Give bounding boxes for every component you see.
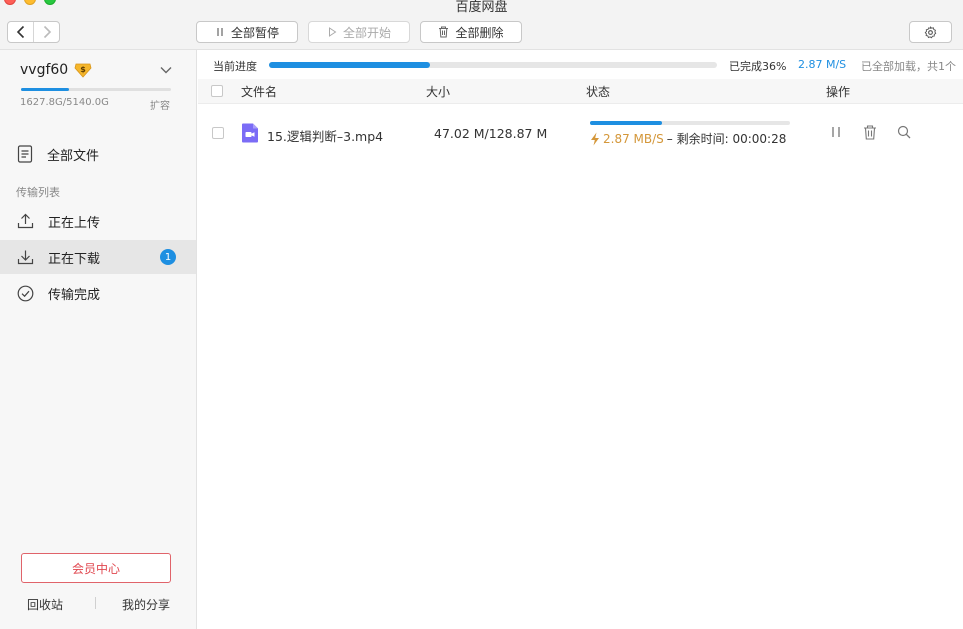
file-name: 15.逻辑判断–3.mp4 bbox=[267, 129, 384, 144]
table-header: 文件名 大小 状态 操作 bbox=[198, 79, 963, 104]
vip-badge-icon: $ bbox=[74, 63, 92, 78]
upload-icon bbox=[17, 213, 34, 229]
my-share-link[interactable]: 我的分享 bbox=[122, 596, 170, 613]
sidebar-item-all-files[interactable]: 全部文件 bbox=[0, 137, 196, 171]
recycle-bin-link[interactable]: 回收站 bbox=[27, 596, 63, 613]
nav-buttons bbox=[7, 21, 60, 43]
sidebar-item-downloading[interactable]: 正在下载 1 bbox=[0, 240, 196, 274]
chevron-down-icon[interactable] bbox=[160, 66, 172, 74]
row-checkbox[interactable] bbox=[212, 127, 224, 139]
window-title: 百度网盘 bbox=[455, 0, 508, 15]
trash-icon bbox=[439, 26, 449, 38]
play-icon bbox=[328, 27, 337, 37]
sidebar-item-completed[interactable]: 传输完成 bbox=[0, 276, 196, 310]
vip-center-button[interactable]: 会员中心 bbox=[21, 553, 171, 583]
username: vvgf60 bbox=[20, 62, 69, 78]
sidebar: vvgf60 $ 1627.8G/5140.0G 扩容 全部文件 传输列表 正在… bbox=[0, 50, 197, 629]
pause-all-button[interactable]: 全部暂停 bbox=[196, 21, 298, 43]
overall-progress-bar bbox=[269, 62, 717, 68]
back-button[interactable] bbox=[8, 22, 33, 42]
delete-all-label: 全部删除 bbox=[455, 25, 504, 40]
pause-all-label: 全部暂停 bbox=[230, 25, 279, 40]
chevron-right-icon bbox=[43, 25, 51, 39]
file-progress-fill bbox=[590, 121, 662, 125]
download-count-badge: 1 bbox=[160, 249, 176, 265]
search-icon[interactable] bbox=[897, 125, 911, 139]
transfer-list-heading: 传输列表 bbox=[16, 186, 60, 199]
overall-progress-row: 当前进度 已完成36% 2.87 M/S 已全部加载，共1个 bbox=[198, 51, 963, 79]
column-header-name[interactable]: 文件名 bbox=[241, 83, 277, 100]
settings-button[interactable] bbox=[909, 21, 952, 43]
divider bbox=[95, 597, 96, 609]
download-icon bbox=[17, 250, 34, 265]
file-size: 47.02 M/128.87 M bbox=[434, 126, 548, 141]
table-row[interactable]: 15.逻辑判断–3.mp4 47.02 M/128.87 M 2.87 MB/S… bbox=[198, 104, 963, 162]
delete-all-button[interactable]: 全部删除 bbox=[420, 21, 522, 43]
column-header-size[interactable]: 大小 bbox=[426, 83, 450, 100]
pause-icon[interactable] bbox=[830, 125, 842, 139]
file-status: 2.87 MB/S – 剩余时间: 00:00:28 bbox=[590, 130, 786, 147]
sidebar-item-label: 全部文件 bbox=[47, 148, 100, 164]
video-file-icon bbox=[242, 123, 258, 143]
lightning-icon bbox=[591, 132, 599, 145]
gear-icon bbox=[924, 25, 937, 38]
user-account[interactable]: vvgf60 $ bbox=[20, 62, 92, 78]
storage-quota-text: 1627.8G/5140.0G bbox=[20, 97, 109, 108]
overall-progress-fill bbox=[269, 62, 431, 68]
sidebar-item-label: 正在上传 bbox=[48, 215, 101, 231]
sidebar-item-label: 正在下载 bbox=[48, 251, 101, 267]
column-header-actions: 操作 bbox=[826, 85, 851, 99]
storage-quota-bar bbox=[21, 88, 171, 91]
column-header-status: 状态 bbox=[586, 85, 611, 99]
file-progress-bar bbox=[590, 121, 790, 125]
time-remaining: – 剩余时间: 00:00:28 bbox=[666, 132, 787, 146]
svg-text:$: $ bbox=[80, 65, 86, 74]
completed-percent: 已完成36% bbox=[729, 60, 787, 73]
title-bar: 百度网盘 全部暂停 全部开始 全部删除 bbox=[0, 0, 963, 50]
trash-icon[interactable] bbox=[863, 125, 877, 140]
select-all-checkbox[interactable] bbox=[211, 85, 223, 97]
forward-button[interactable] bbox=[33, 22, 59, 42]
document-icon bbox=[17, 145, 33, 163]
expand-storage-link[interactable]: 扩容 bbox=[150, 97, 170, 112]
chevron-left-icon bbox=[16, 25, 24, 39]
storage-quota-fill bbox=[21, 88, 69, 91]
progress-label: 当前进度 bbox=[213, 60, 257, 73]
start-all-button[interactable]: 全部开始 bbox=[308, 21, 410, 43]
sidebar-item-uploading[interactable]: 正在上传 bbox=[0, 204, 196, 238]
loaded-status-text: 已全部加载，共1个 bbox=[861, 60, 956, 73]
pause-icon bbox=[217, 28, 223, 36]
overall-speed: 2.87 M/S bbox=[798, 58, 847, 71]
file-speed: 2.87 MB/S bbox=[603, 131, 664, 146]
check-circle-icon bbox=[17, 285, 34, 301]
start-all-label: 全部开始 bbox=[342, 25, 391, 40]
sidebar-item-label: 传输完成 bbox=[48, 287, 101, 303]
